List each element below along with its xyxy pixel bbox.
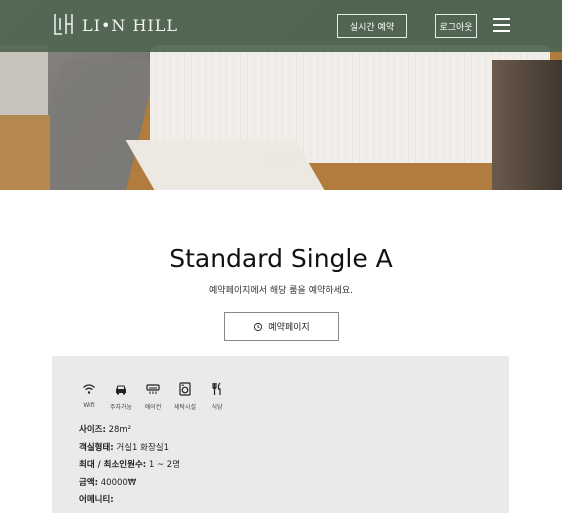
detail-capacity: 최대 / 최소인원수: 1 ~ 2명: [79, 457, 180, 475]
car-icon: [116, 385, 126, 395]
detail-value: 1 ~ 2명: [148, 460, 181, 470]
reservation-page-button[interactable]: 예약페이지: [224, 312, 339, 341]
air-conditioner-icon: [146, 384, 160, 394]
detail-price: 금액: 40000₩: [79, 475, 180, 493]
carousel-dots: [266, 158, 294, 162]
amenity-label: 세탁시설: [173, 404, 197, 411]
amenity-parking: 주차가능: [110, 382, 132, 411]
logo-mark-icon: [54, 14, 73, 35]
detail-amenities: 어메니티:: [79, 492, 180, 510]
room-subtitle: 예약페이지에서 해당 룸을 예약하세요.: [209, 286, 353, 296]
room-info-panel: Wifi 주차가능 에어컨 세탁시설 식당 사이즈: 28m² 객실형태: 거실…: [52, 356, 509, 513]
hamburger-menu-icon[interactable]: [493, 18, 510, 32]
amenity-label: 주차가능: [109, 404, 133, 411]
carousel-dot[interactable]: [266, 158, 270, 162]
amenity-label: Wifi: [83, 402, 95, 409]
detail-value: 28m²: [108, 425, 132, 435]
top-navigation-bar: LI•N HILL 실시간 예약 로그아웃: [0, 0, 562, 52]
detail-key: 사이즈:: [79, 425, 106, 435]
hero-banner: LI•N HILL 실시간 예약 로그아웃: [0, 0, 562, 190]
carousel-dot[interactable]: [290, 158, 294, 162]
restaurant-icon: [212, 382, 221, 395]
washing-machine-icon: [179, 382, 191, 396]
detail-key: 어메니티:: [79, 495, 114, 505]
amenity-wifi: Wifi: [78, 382, 100, 411]
reservation-page-label: 예약페이지: [268, 323, 310, 333]
room-details: 사이즈: 28m² 객실형태: 거실1 화장실1 최대 / 최소인원수: 1 ~…: [79, 422, 180, 510]
room-title: Standard Single A: [169, 244, 393, 273]
detail-key: 객실형태:: [79, 442, 114, 453]
amenity-label: 에어컨: [144, 404, 162, 411]
amenity-air-conditioner: 에어컨: [142, 382, 164, 411]
detail-size: 사이즈: 28m²: [79, 422, 180, 440]
detail-value: 거실1 화장실1: [116, 442, 170, 453]
history-icon: [254, 322, 263, 331]
amenity-restaurant: 식당: [206, 382, 228, 411]
detail-room-type: 객실형태: 거실1 화장실1: [79, 440, 180, 458]
carousel-dot[interactable]: [278, 158, 282, 162]
logo-text: LI•N HILL: [82, 15, 178, 35]
amenity-list: Wifi 주차가능 에어컨 세탁시설 식당: [78, 382, 228, 411]
realtime-reservation-button[interactable]: 실시간 예약: [337, 14, 407, 38]
detail-value: 40000₩: [100, 477, 137, 488]
wifi-icon: [83, 384, 95, 394]
logout-button[interactable]: 로그아웃: [435, 14, 477, 38]
detail-key: 금액:: [79, 477, 99, 488]
logo[interactable]: LI•N HILL: [52, 10, 178, 40]
amenity-laundry: 세탁시설: [174, 382, 196, 411]
detail-key: 최대 / 최소인원수:: [79, 460, 147, 470]
amenity-label: 식당: [211, 404, 223, 411]
